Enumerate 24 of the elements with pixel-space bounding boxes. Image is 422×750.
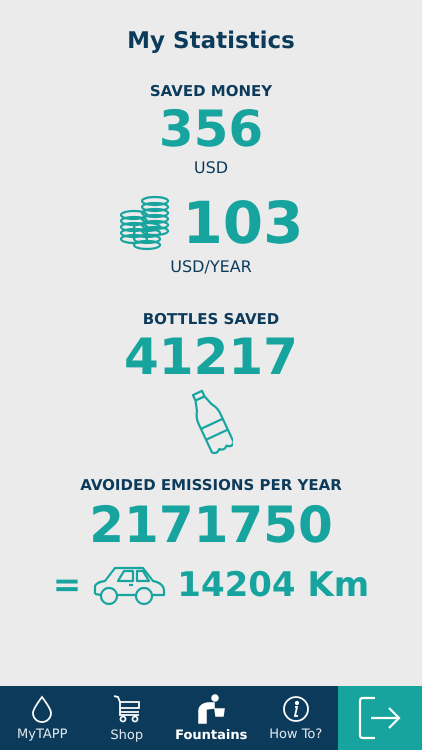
- fountain-icon: [196, 694, 226, 724]
- saved-money-value: 356: [158, 104, 264, 154]
- saved-money-unit: USD: [194, 158, 228, 177]
- tab[interactable]: Shop: [84, 686, 169, 750]
- emissions-label: AVOIDED EMISSIONS PER YEAR: [80, 476, 342, 494]
- yearly-money-value: 103: [182, 194, 304, 252]
- exit-icon: [357, 695, 403, 741]
- tab[interactable]: How To?: [254, 686, 338, 750]
- emissions-value: 2171750: [89, 500, 333, 550]
- distance-value: 14204 Km: [177, 568, 370, 602]
- yearly-money-unit: USD/YEAR: [170, 257, 252, 276]
- saved-money-label: SAVED MONEY: [150, 82, 272, 100]
- drop-icon: [31, 694, 54, 722]
- exit-button[interactable]: [338, 686, 422, 750]
- bottle-icon: [189, 388, 233, 456]
- tab[interactable]: Fountains: [169, 686, 254, 750]
- tab[interactable]: MyTAPP: [0, 686, 84, 750]
- info-icon: [282, 694, 310, 722]
- car-icon: [91, 564, 168, 606]
- bottles-label: BOTTLES SAVED: [142, 310, 280, 328]
- bottles-value: 41217: [124, 332, 298, 382]
- cart-icon: [112, 694, 141, 724]
- equals-sign: =: [52, 565, 82, 605]
- page-title: My Statistics: [127, 28, 295, 54]
